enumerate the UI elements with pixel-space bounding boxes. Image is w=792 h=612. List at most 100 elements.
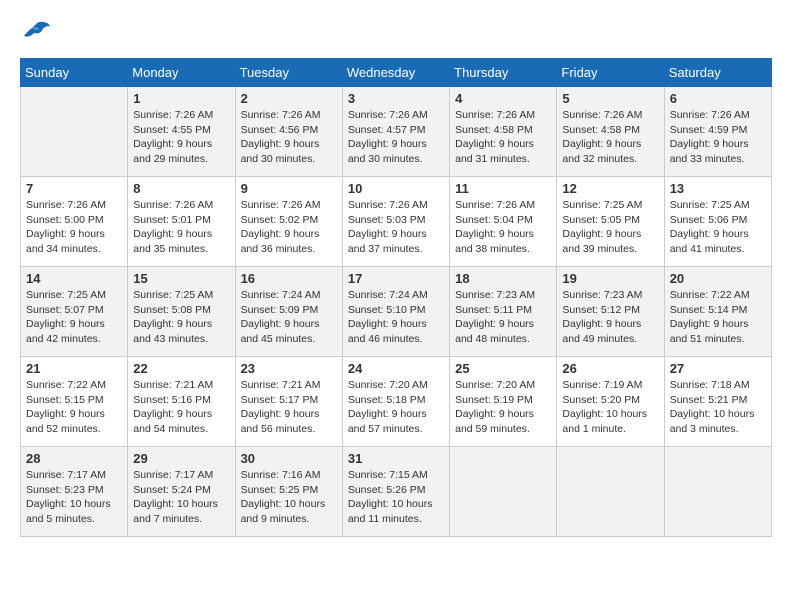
day-info: Sunrise: 7:25 AM Sunset: 5:08 PM Dayligh… (133, 288, 229, 347)
day-info: Sunrise: 7:17 AM Sunset: 5:23 PM Dayligh… (26, 468, 122, 527)
day-info: Sunrise: 7:26 AM Sunset: 4:58 PM Dayligh… (562, 108, 658, 167)
weekday-header-thursday: Thursday (450, 59, 557, 87)
calendar-header: SundayMondayTuesdayWednesdayThursdayFrid… (21, 59, 772, 87)
calendar-cell: 12 Sunrise: 7:25 AM Sunset: 5:05 PM Dayli… (557, 177, 664, 267)
calendar-cell: 19 Sunrise: 7:23 AM Sunset: 5:12 PM Dayli… (557, 267, 664, 357)
day-number: 18 (455, 271, 551, 286)
day-number: 4 (455, 91, 551, 106)
day-info: Sunrise: 7:21 AM Sunset: 5:16 PM Dayligh… (133, 378, 229, 437)
calendar-cell (664, 447, 771, 537)
day-number: 22 (133, 361, 229, 376)
weekday-header-saturday: Saturday (664, 59, 771, 87)
calendar-cell (21, 87, 128, 177)
calendar-cell: 2 Sunrise: 7:26 AM Sunset: 4:56 PM Daylig… (235, 87, 342, 177)
day-info: Sunrise: 7:25 AM Sunset: 5:07 PM Dayligh… (26, 288, 122, 347)
day-info: Sunrise: 7:26 AM Sunset: 4:58 PM Dayligh… (455, 108, 551, 167)
calendar-cell: 27 Sunrise: 7:18 AM Sunset: 5:21 PM Dayli… (664, 357, 771, 447)
calendar-cell: 16 Sunrise: 7:24 AM Sunset: 5:09 PM Dayli… (235, 267, 342, 357)
calendar-cell: 10 Sunrise: 7:26 AM Sunset: 5:03 PM Dayli… (342, 177, 449, 267)
day-number: 3 (348, 91, 444, 106)
logo-icon (20, 20, 52, 48)
day-info: Sunrise: 7:24 AM Sunset: 5:10 PM Dayligh… (348, 288, 444, 347)
calendar-cell: 29Sunrise: 7:17 AM Sunset: 5:24 PM Dayli… (128, 447, 235, 537)
calendar-cell: 22 Sunrise: 7:21 AM Sunset: 5:16 PM Dayli… (128, 357, 235, 447)
day-info: Sunrise: 7:22 AM Sunset: 5:15 PM Dayligh… (26, 378, 122, 437)
calendar-table: SundayMondayTuesdayWednesdayThursdayFrid… (20, 58, 772, 537)
calendar-cell: 21 Sunrise: 7:22 AM Sunset: 5:15 PM Dayli… (21, 357, 128, 447)
day-number: 13 (670, 181, 766, 196)
day-number: 9 (241, 181, 337, 196)
calendar-cell: 4 Sunrise: 7:26 AM Sunset: 4:58 PM Daylig… (450, 87, 557, 177)
day-info: Sunrise: 7:21 AM Sunset: 5:17 PM Dayligh… (241, 378, 337, 437)
day-info: Sunrise: 7:20 AM Sunset: 5:19 PM Dayligh… (455, 378, 551, 437)
calendar-cell: 3 Sunrise: 7:26 AM Sunset: 4:57 PM Daylig… (342, 87, 449, 177)
calendar-cell: 11 Sunrise: 7:26 AM Sunset: 5:04 PM Dayli… (450, 177, 557, 267)
day-number: 24 (348, 361, 444, 376)
calendar-cell: 31 Sunrise: 7:15 AM Sunset: 5:26 PM Dayli… (342, 447, 449, 537)
day-number: 6 (670, 91, 766, 106)
weekday-header-tuesday: Tuesday (235, 59, 342, 87)
day-number: 1 (133, 91, 229, 106)
day-number: 27 (670, 361, 766, 376)
calendar-cell: 17 Sunrise: 7:24 AM Sunset: 5:10 PM Dayli… (342, 267, 449, 357)
day-info: Sunrise: 7:26 AM Sunset: 4:57 PM Dayligh… (348, 108, 444, 167)
day-number: 11 (455, 181, 551, 196)
calendar-cell: 25Sunrise: 7:20 AM Sunset: 5:19 PM Dayli… (450, 357, 557, 447)
day-info: Sunrise: 7:15 AM Sunset: 5:26 PM Dayligh… (348, 468, 444, 527)
day-number: 17 (348, 271, 444, 286)
calendar-week-3: 14 Sunrise: 7:25 AM Sunset: 5:07 PM Dayli… (21, 267, 772, 357)
day-number: 31 (348, 451, 444, 466)
calendar-cell: 24 Sunrise: 7:20 AM Sunset: 5:18 PM Dayli… (342, 357, 449, 447)
day-info: Sunrise: 7:18 AM Sunset: 5:21 PM Dayligh… (670, 378, 766, 437)
calendar-cell: 13 Sunrise: 7:25 AM Sunset: 5:06 PM Dayli… (664, 177, 771, 267)
day-number: 20 (670, 271, 766, 286)
weekday-header-monday: Monday (128, 59, 235, 87)
calendar-cell: 14 Sunrise: 7:25 AM Sunset: 5:07 PM Dayli… (21, 267, 128, 357)
weekday-header-wednesday: Wednesday (342, 59, 449, 87)
day-info: Sunrise: 7:26 AM Sunset: 5:03 PM Dayligh… (348, 198, 444, 257)
day-info: Sunrise: 7:26 AM Sunset: 5:04 PM Dayligh… (455, 198, 551, 257)
page-header (20, 20, 772, 48)
day-info: Sunrise: 7:20 AM Sunset: 5:18 PM Dayligh… (348, 378, 444, 437)
day-info: Sunrise: 7:26 AM Sunset: 4:55 PM Dayligh… (133, 108, 229, 167)
calendar-cell: 8 Sunrise: 7:26 AM Sunset: 5:01 PM Daylig… (128, 177, 235, 267)
logo (20, 20, 56, 48)
day-info: Sunrise: 7:26 AM Sunset: 4:56 PM Dayligh… (241, 108, 337, 167)
day-info: Sunrise: 7:25 AM Sunset: 5:06 PM Dayligh… (670, 198, 766, 257)
day-info: Sunrise: 7:19 AM Sunset: 5:20 PM Dayligh… (562, 378, 658, 437)
calendar-cell: 6 Sunrise: 7:26 AM Sunset: 4:59 PM Daylig… (664, 87, 771, 177)
day-info: Sunrise: 7:26 AM Sunset: 5:01 PM Dayligh… (133, 198, 229, 257)
calendar-cell: 9Sunrise: 7:26 AM Sunset: 5:02 PM Daylig… (235, 177, 342, 267)
day-number: 21 (26, 361, 122, 376)
calendar-cell (450, 447, 557, 537)
day-number: 8 (133, 181, 229, 196)
calendar-cell: 18Sunrise: 7:23 AM Sunset: 5:11 PM Dayli… (450, 267, 557, 357)
day-number: 29 (133, 451, 229, 466)
calendar-cell: 30 Sunrise: 7:16 AM Sunset: 5:25 PM Dayli… (235, 447, 342, 537)
calendar-cell: 26 Sunrise: 7:19 AM Sunset: 5:20 PM Dayli… (557, 357, 664, 447)
calendar-cell (557, 447, 664, 537)
day-number: 28 (26, 451, 122, 466)
calendar-cell: 28 Sunrise: 7:17 AM Sunset: 5:23 PM Dayli… (21, 447, 128, 537)
day-info: Sunrise: 7:23 AM Sunset: 5:12 PM Dayligh… (562, 288, 658, 347)
calendar-week-5: 28 Sunrise: 7:17 AM Sunset: 5:23 PM Dayli… (21, 447, 772, 537)
day-number: 5 (562, 91, 658, 106)
weekday-header-friday: Friday (557, 59, 664, 87)
day-info: Sunrise: 7:25 AM Sunset: 5:05 PM Dayligh… (562, 198, 658, 257)
day-number: 16 (241, 271, 337, 286)
day-number: 12 (562, 181, 658, 196)
calendar-cell: 20Sunrise: 7:22 AM Sunset: 5:14 PM Dayli… (664, 267, 771, 357)
day-number: 26 (562, 361, 658, 376)
day-number: 10 (348, 181, 444, 196)
day-number: 19 (562, 271, 658, 286)
day-info: Sunrise: 7:16 AM Sunset: 5:25 PM Dayligh… (241, 468, 337, 527)
day-info: Sunrise: 7:26 AM Sunset: 4:59 PM Dayligh… (670, 108, 766, 167)
calendar-cell: 1 Sunrise: 7:26 AM Sunset: 4:55 PM Daylig… (128, 87, 235, 177)
day-info: Sunrise: 7:26 AM Sunset: 5:00 PM Dayligh… (26, 198, 122, 257)
day-info: Sunrise: 7:24 AM Sunset: 5:09 PM Dayligh… (241, 288, 337, 347)
calendar-cell: 23Sunrise: 7:21 AM Sunset: 5:17 PM Dayli… (235, 357, 342, 447)
calendar-week-4: 21 Sunrise: 7:22 AM Sunset: 5:15 PM Dayli… (21, 357, 772, 447)
day-number: 30 (241, 451, 337, 466)
day-number: 14 (26, 271, 122, 286)
day-number: 2 (241, 91, 337, 106)
